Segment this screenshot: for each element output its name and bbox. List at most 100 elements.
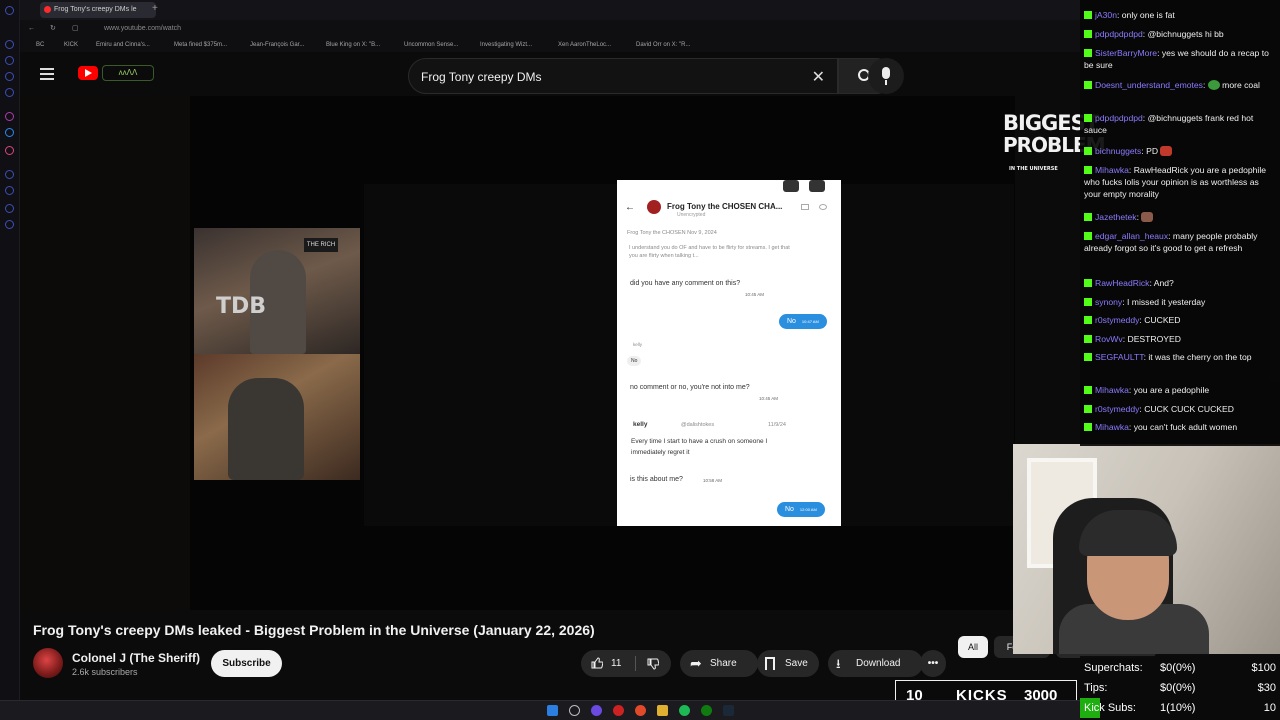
search-icon[interactable]	[569, 705, 580, 716]
address-bar[interactable]: ← ↻ ▢ www.youtube.com/watch	[20, 20, 1080, 38]
back-arrow-icon: ←	[625, 202, 635, 213]
thumbs-up-icon[interactable]	[591, 657, 603, 669]
bookmark[interactable]: Xen AaronTheLoc...	[558, 38, 611, 52]
video-title: Frog Tony's creepy DMs leaked - Biggest …	[33, 622, 595, 638]
subscribe-button[interactable]: Subscribe	[211, 650, 282, 677]
host-figure	[228, 378, 304, 480]
chat-username[interactable]: Jazethetek	[1095, 212, 1137, 222]
clear-search-icon[interactable]: ✕	[812, 67, 825, 87]
chip-all[interactable]: All	[958, 636, 988, 658]
goal-value: $0(0%)	[1160, 682, 1196, 694]
quote-date: 11/9/24	[768, 422, 786, 428]
sidebar-icon[interactable]	[5, 88, 14, 97]
chat-username[interactable]: RawHeadRick	[1095, 278, 1149, 288]
bookmarks-bar: BC KICK Emiru and Cinna's... Meta fined …	[20, 38, 1080, 52]
sidebar-icon[interactable]	[5, 220, 14, 229]
steam-icon[interactable]	[723, 705, 734, 716]
logo-line: PROBLEM	[1003, 133, 1106, 157]
chat-text: DESTROYED	[1127, 334, 1181, 344]
sidebar-icon[interactable]	[5, 146, 14, 155]
chat-username[interactable]: synony	[1095, 297, 1122, 307]
reply-bubble: No 10:47 AM	[779, 314, 827, 329]
browser-sidebar	[0, 0, 20, 700]
channel-name[interactable]: Colonel J (The Sheriff)	[72, 651, 200, 665]
chat-username[interactable]: SEGFAULTT	[1095, 352, 1144, 362]
voice-search-button[interactable]	[868, 58, 904, 94]
chat-username[interactable]: pdpdpdpdpd	[1095, 29, 1143, 39]
video-player[interactable]: THE RICH TDB ← Frog Tony the CHOSEN CHA.…	[20, 96, 1015, 610]
search-query: Frog Tony creepy DMs	[421, 70, 542, 84]
back-icon[interactable]: ←	[28, 20, 35, 38]
chat-username[interactable]: Mihawka	[1095, 165, 1129, 175]
search-input[interactable]: Frog Tony creepy DMs ✕	[408, 58, 838, 94]
file-explorer-icon[interactable]	[657, 705, 668, 716]
chat-username[interactable]: RovWv	[1095, 334, 1123, 344]
lock-icon: ▢	[72, 25, 79, 32]
chat-text: PD	[1146, 146, 1159, 156]
chat-username[interactable]: r0stymeddy	[1095, 315, 1139, 325]
phone-screenshot: ← Frog Tony the CHOSEN CHA... Unencrypte…	[617, 180, 841, 526]
chat-message: Jazethetek:	[1084, 211, 1274, 223]
chat-message: Mihawka: RawHeadRick you are a pedophile…	[1084, 165, 1267, 199]
bookmark[interactable]: Uncommon Sense...	[404, 38, 458, 52]
quote-user: kelly	[633, 421, 648, 428]
chat-message: r0stymeddy: CUCKED	[1084, 314, 1274, 326]
logo-line: BIGGEST	[1003, 111, 1099, 135]
sidebar-icon[interactable]	[5, 170, 14, 179]
reload-icon[interactable]: ↻	[50, 20, 56, 38]
wall-sign: THE RICH	[304, 238, 338, 252]
desk-logo: TDB	[216, 294, 267, 319]
sidebar-icon[interactable]	[5, 204, 14, 213]
chat-text: it was the cherry on the top	[1148, 352, 1252, 362]
kick-badge-icon	[1084, 49, 1092, 57]
bookmark[interactable]: Investigating Wizt...	[480, 38, 532, 52]
share-label: Share	[710, 658, 737, 669]
thumbs-down-icon[interactable]	[647, 658, 659, 670]
channel-avatar[interactable]	[33, 648, 63, 678]
sidebar-icon[interactable]	[5, 40, 14, 49]
bookmark[interactable]: David Orr on X: "R...	[636, 38, 690, 52]
bookmark[interactable]: Meta fined $375m...	[174, 38, 227, 52]
sidebar-icon[interactable]	[5, 186, 14, 195]
start-menu-icon[interactable]	[547, 705, 558, 716]
bookmark[interactable]: Jean-François Gar...	[250, 38, 304, 52]
menu-icon[interactable]	[40, 68, 54, 80]
chat-username[interactable]: pdpdpdpdpd	[1095, 113, 1143, 123]
save-button[interactable]: Save	[757, 650, 819, 677]
youtube-doodle[interactable]: ʌʌɅɅ	[102, 65, 154, 81]
share-button[interactable]: ➦ Share	[680, 650, 758, 677]
sidebar-icon[interactable]	[5, 6, 14, 15]
kick-badge-icon	[1084, 423, 1092, 431]
message: did you have any comment on this?	[630, 280, 741, 287]
sidebar-icon[interactable]	[5, 112, 14, 121]
xbox-icon[interactable]	[701, 705, 712, 716]
sidebar-icon[interactable]	[5, 72, 14, 81]
streamer-facecam	[1013, 444, 1280, 654]
bookmark[interactable]: Emiru and Cinna's...	[96, 38, 150, 52]
bookmark[interactable]: KICK	[64, 38, 78, 52]
chat-username[interactable]: edgar_allan_heaux	[1095, 231, 1168, 241]
download-button[interactable]: ⭳ Download	[828, 650, 923, 677]
more-actions-button[interactable]: •••	[920, 650, 946, 677]
youtube-logo-icon[interactable]	[78, 66, 98, 80]
chat-username[interactable]: Doesnt_understand_emotes	[1095, 80, 1203, 90]
app-icon[interactable]	[613, 705, 624, 716]
sidebar-icon[interactable]	[5, 128, 14, 137]
bookmark[interactable]: Blue King on X: "B...	[326, 38, 380, 52]
sender-label: kelly	[633, 342, 643, 347]
chat-username[interactable]: Mihawka	[1095, 422, 1129, 432]
chrome-icon[interactable]	[635, 705, 646, 716]
chat-text: CUCK CUCK CUCKED	[1144, 404, 1234, 414]
chat-username[interactable]: bichnuggets	[1095, 146, 1141, 156]
chat-username[interactable]: Mihawka	[1095, 385, 1129, 395]
spotify-icon[interactable]	[679, 705, 690, 716]
sidebar-icon[interactable]	[5, 56, 14, 65]
chat-username[interactable]: jA30n	[1095, 10, 1117, 20]
new-tab-icon[interactable]: +	[138, 2, 158, 18]
chat-text: @bichnuggets hi bb	[1147, 29, 1224, 39]
bookmark[interactable]: BC	[36, 38, 44, 52]
chat-username[interactable]: SisterBarryMore	[1095, 48, 1157, 58]
browser-icon[interactable]	[591, 705, 602, 716]
chat-username[interactable]: r0stymeddy	[1095, 404, 1139, 414]
video-call-icon	[801, 204, 809, 210]
